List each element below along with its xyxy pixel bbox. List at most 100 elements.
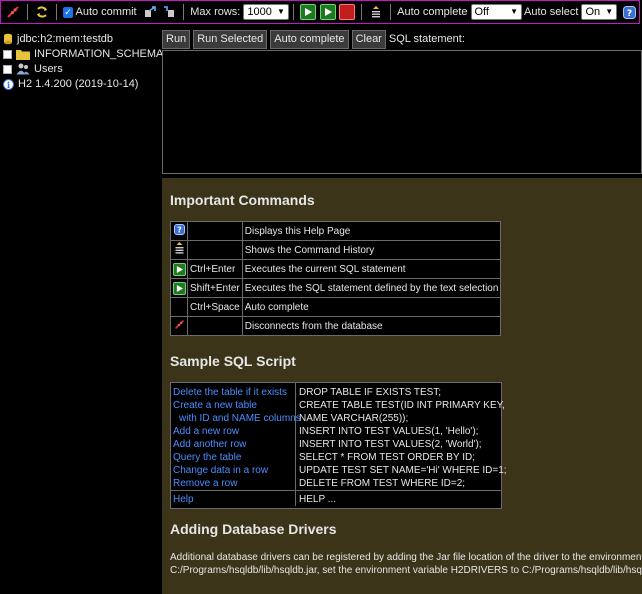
sql-statement-label: SQL statement:: [388, 33, 465, 45]
help-icon: ?: [622, 5, 636, 19]
sample-sql-heading: Sample SQL Script: [170, 353, 296, 369]
tree-item-information-schema[interactable]: INFORMATION_SCHEMA: [3, 47, 163, 61]
table-row: Shift+Enter Executes the SQL statement d…: [170, 278, 502, 298]
auto-select-label: Auto select: [524, 6, 579, 18]
sample-link-update[interactable]: Change data in a row: [173, 465, 268, 476]
tree-item-label: INFORMATION_SCHEMA: [34, 48, 164, 60]
rollback-icon[interactable]: [160, 3, 178, 21]
sample-code-line: CREATE TABLE TEST(ID INT PRIMARY KEY,: [299, 400, 505, 411]
table-row: Disconnects from the database: [170, 316, 502, 336]
drivers-heading: Adding Database Drivers: [170, 521, 337, 537]
disconnect-icon[interactable]: [4, 3, 22, 21]
sample-link-delete[interactable]: Remove a row: [173, 478, 237, 489]
command-desc: Auto complete: [241, 297, 502, 317]
sql-statement-input[interactable]: [162, 50, 642, 174]
tree-version: i H2 1.4.200 (2019-10-14): [3, 77, 138, 91]
command-key: [187, 316, 243, 336]
drivers-text-line: C:/Programs/hsqldb/lib/hsqldb.jar, set t…: [170, 565, 642, 576]
svg-text:i: i: [7, 80, 10, 90]
important-commands-heading: Important Commands: [170, 192, 315, 208]
sample-link-insert-1[interactable]: Add a new row: [173, 426, 239, 437]
sample-code-line: HELP ...: [299, 494, 337, 505]
sample-link-create[interactable]: Create a new table: [173, 400, 257, 411]
table-row: Ctrl+Enter Executes the current SQL stat…: [170, 259, 502, 279]
drivers-text-line: Additional database drivers can be regis…: [170, 552, 642, 563]
run-button[interactable]: [299, 3, 317, 21]
sample-link-help[interactable]: Help: [173, 494, 194, 505]
table-row: Shows the Command History: [170, 240, 502, 260]
tree-item-label: Users: [34, 63, 63, 75]
auto-complete-select[interactable]: Off ▼: [470, 4, 523, 20]
sample-link-insert-2[interactable]: Add another row: [173, 439, 246, 450]
users-icon: [16, 63, 30, 75]
command-icon-cell: [170, 278, 188, 298]
auto-complete-button[interactable]: Auto complete: [270, 29, 349, 49]
chevron-down-icon: ▼: [510, 7, 519, 16]
sample-code-line: NAME VARCHAR(255));: [299, 413, 409, 424]
expand-toggle[interactable]: [3, 64, 12, 74]
sample-link-select[interactable]: Query the table: [173, 452, 241, 463]
run-selected-button[interactable]: Run Selected: [193, 29, 268, 49]
command-desc: Executes the current SQL statement: [241, 259, 502, 279]
table-row: ? Displays this Help Page: [170, 221, 502, 241]
auto-select-select[interactable]: On ▼: [581, 4, 618, 20]
object-tree: jdbc:h2:mem:testdb INFORMATION_SCHEMA Us…: [0, 26, 163, 594]
toolbar-divider: [55, 4, 57, 20]
command-desc: Shows the Command History: [241, 240, 502, 260]
sample-code-line: UPDATE TEST SET NAME='Hi' WHERE ID=1;: [299, 465, 507, 476]
run-selected-button[interactable]: [319, 3, 337, 21]
column-divider: [295, 383, 296, 506]
command-key: Shift+Enter: [187, 278, 243, 298]
run-selected-icon: [319, 4, 336, 20]
toolbar-divider: [292, 4, 294, 20]
row-divider: [171, 490, 501, 491]
commit-icon[interactable]: [141, 3, 159, 21]
auto-commit-label: Auto commit: [75, 6, 137, 18]
toolbar-divider: [183, 4, 185, 20]
sample-code-line: DELETE FROM TEST WHERE ID=2;: [299, 478, 466, 489]
command-icon-cell: [170, 297, 188, 317]
stop-icon: [339, 4, 356, 20]
query-toolbar: Run Run Selected Auto complete Clear SQL…: [162, 29, 465, 49]
run-button[interactable]: Run: [162, 29, 191, 49]
command-key: Ctrl+Enter: [187, 259, 243, 279]
tree-item-users[interactable]: Users: [3, 62, 63, 76]
toolbar-divider: [390, 4, 392, 20]
auto-complete-label: Auto complete: [397, 6, 468, 18]
max-rows-label: Max rows:: [190, 6, 241, 18]
toolbar-divider: [26, 4, 28, 20]
drivers-paragraph: Additional database drivers can be regis…: [170, 551, 642, 577]
svg-text:?: ?: [626, 9, 631, 19]
svg-text:?: ?: [177, 226, 182, 235]
max-rows-value: 1000: [247, 6, 272, 18]
sample-code-line: INSERT INTO TEST VALUES(1, 'Hello');: [299, 426, 479, 437]
database-icon: [3, 33, 13, 45]
sample-link-drop[interactable]: Delete the table if it exists: [173, 387, 287, 398]
toolbar-divider: [361, 4, 363, 20]
commands-table: ? Displays this Help Page Shows the Comm…: [170, 221, 502, 336]
clear-button[interactable]: Clear: [351, 29, 386, 49]
history-icon: [372, 6, 381, 18]
sample-link-create-cols[interactable]: with ID and NAME columns: [179, 413, 301, 424]
refresh-icon[interactable]: [33, 3, 51, 21]
table-row: Ctrl+Space Auto complete: [170, 297, 502, 317]
expand-toggle[interactable]: [3, 49, 12, 59]
connection-url: jdbc:h2:mem:testdb: [17, 33, 113, 45]
history-icon: [175, 242, 183, 254]
command-key: [187, 221, 243, 241]
stop-button[interactable]: [339, 3, 357, 21]
tree-connection[interactable]: jdbc:h2:mem:testdb: [3, 32, 113, 46]
command-key: [187, 240, 243, 260]
run-selected-icon: [172, 281, 186, 295]
history-button[interactable]: [367, 3, 385, 21]
run-icon: [172, 262, 186, 276]
max-rows-select[interactable]: 1000 ▼: [243, 4, 289, 20]
command-desc: Executes the SQL statement defined by th…: [241, 278, 502, 298]
auto-commit-checkbox[interactable]: ✓: [62, 6, 74, 18]
help-button[interactable]: ?: [620, 3, 638, 21]
auto-complete-value: Off: [474, 6, 489, 18]
help-panel: Important Commands ? Displays this Help …: [162, 178, 642, 594]
run-icon: [299, 4, 316, 20]
command-key: Ctrl+Space: [187, 297, 243, 317]
sample-code-line: INSERT INTO TEST VALUES(2, 'World');: [299, 439, 482, 450]
